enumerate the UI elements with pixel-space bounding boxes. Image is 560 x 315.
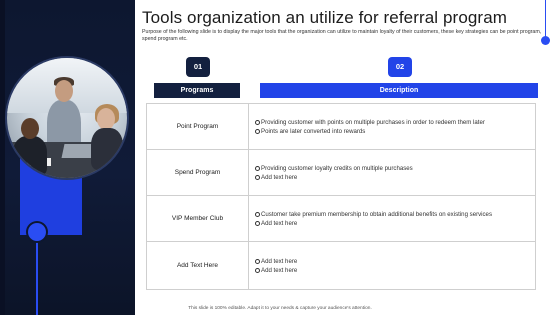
program-name: Spend Program xyxy=(147,150,249,195)
table-row: VIP Member Club Customer take premium me… xyxy=(147,196,535,242)
header-description: Description xyxy=(260,83,538,98)
table-row: Add Text Here Add text here Add text her… xyxy=(147,242,535,289)
program-description: Customer take premium membership to obta… xyxy=(255,196,531,241)
top-accent-line xyxy=(545,0,546,37)
side-panel xyxy=(0,0,135,315)
program-description: Providing customer loyalty credits on mu… xyxy=(255,150,531,195)
table-row: Point Program Providing customer with po… xyxy=(147,104,535,150)
description-bullet: Add text here xyxy=(255,266,531,275)
person-standing-head xyxy=(55,80,73,102)
badge-01: 01 xyxy=(186,57,210,77)
accent-line xyxy=(36,241,38,315)
person-left-body xyxy=(13,136,47,176)
person-left-head xyxy=(21,118,39,139)
program-name: VIP Member Club xyxy=(147,196,249,241)
badge-02: 02 xyxy=(388,57,412,77)
footer-text: This slide is 100% editable. Adapt it to… xyxy=(188,306,372,311)
accent-dot xyxy=(28,223,46,241)
programs-table: Point Program Providing customer with po… xyxy=(146,103,536,290)
header-programs: Programs xyxy=(154,83,240,98)
description-bullet: Add text here xyxy=(255,257,531,266)
program-description: Providing customer with points on multip… xyxy=(255,104,531,149)
team-photo xyxy=(5,56,129,180)
program-name: Add Text Here xyxy=(147,242,249,289)
description-bullet: Providing customer with points on multip… xyxy=(255,118,531,127)
description-bullet: Providing customer loyalty credits on mu… xyxy=(255,164,531,173)
description-bullet: Points are later converted into rewards xyxy=(255,127,531,136)
person-right-head xyxy=(97,108,115,130)
footer-note: This slide is 100% editable. Adapt it to… xyxy=(0,306,560,311)
description-bullet: Add text here xyxy=(255,173,531,182)
description-bullet: Add text here xyxy=(255,219,531,228)
slide-title: Tools organization an utilize for referr… xyxy=(142,8,508,27)
program-name: Point Program xyxy=(147,104,249,149)
top-accent-dot xyxy=(541,36,550,45)
program-description: Add text here Add text here xyxy=(255,242,531,289)
side-stripe xyxy=(0,0,5,315)
description-bullet: Customer take premium membership to obta… xyxy=(255,210,531,219)
person-right-body xyxy=(91,128,123,170)
slide-subtitle: Purpose of the following slide is to dis… xyxy=(142,29,542,42)
table-row: Spend Program Providing customer loyalty… xyxy=(147,150,535,196)
